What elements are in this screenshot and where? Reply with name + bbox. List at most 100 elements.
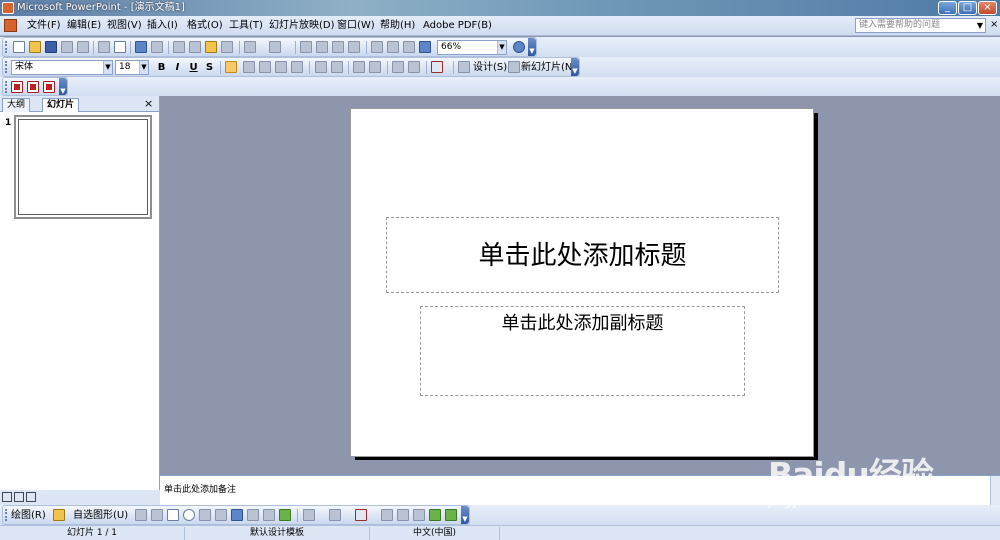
menu-edit[interactable]: 编辑(E) [67,19,101,32]
menu-view[interactable]: 视图(V) [107,19,142,32]
shadow-style-icon[interactable] [429,509,441,521]
toolbar-grip[interactable] [5,41,8,53]
textbox-icon[interactable] [199,509,211,521]
clipart-icon[interactable] [263,509,275,521]
design-button[interactable]: 设计(S) [473,61,507,74]
numbering-icon[interactable] [315,61,327,73]
chevron-down-icon[interactable]: ▼ [103,61,112,74]
diagram-icon[interactable] [247,509,259,521]
show-formatting-icon[interactable] [387,41,399,53]
draw-menu-button[interactable]: 绘图(R) [11,509,46,522]
tab-slides[interactable]: 幻灯片 [42,98,80,112]
toolbar-options-icon[interactable]: ▼ [461,506,469,524]
align-left-icon[interactable] [225,61,237,73]
tab-outline[interactable]: 大纲 [2,98,31,112]
format-painter-icon[interactable] [221,41,233,53]
new-document-icon[interactable] [13,41,25,53]
help-icon[interactable] [513,41,525,53]
maximize-button[interactable]: □ [958,1,977,15]
design-icon[interactable] [458,61,470,73]
new-slide-button[interactable]: 新幻灯片(N) [521,61,576,74]
menu-adobe-pdf[interactable]: Adobe PDF(B) [423,19,492,32]
bullets-icon[interactable] [331,61,343,73]
vertical-textbox-icon[interactable] [215,509,227,521]
menu-help[interactable]: 帮助(H) [380,19,415,32]
normal-view-icon[interactable] [2,492,12,502]
slide-sorter-view-icon[interactable] [14,492,24,502]
slide-canvas[interactable]: 单击此处添加标题 单击此处添加副标题 [350,108,814,457]
color-grayscale-icon[interactable] [419,41,431,53]
close-panel-button[interactable]: × [144,97,153,110]
document-icon[interactable] [4,19,17,32]
decrease-font-icon[interactable] [369,61,381,73]
menu-tools[interactable]: 工具(T) [229,19,263,32]
undo-icon[interactable] [244,41,256,53]
distributed-icon[interactable] [291,61,303,73]
increase-indent-icon[interactable] [408,61,420,73]
chevron-down-icon[interactable]: ▼ [977,19,983,32]
print-preview-icon[interactable] [114,41,126,53]
subtitle-placeholder[interactable]: 单击此处添加副标题 [420,306,745,396]
paste-icon[interactable] [205,41,217,53]
tables-borders-icon[interactable] [332,41,344,53]
permission-icon[interactable] [61,41,73,53]
arrow-style-icon[interactable] [413,509,425,521]
dash-style-icon[interactable] [397,509,409,521]
print-icon[interactable] [98,41,110,53]
shadow-button[interactable]: S [202,60,217,75]
help-search-input[interactable]: 键入需要帮助的问题 ▼ [855,18,986,33]
toolbar-options-icon[interactable]: ▼ [528,38,536,56]
increase-font-icon[interactable] [353,61,365,73]
convert-to-pdf-icon[interactable] [11,81,23,93]
italic-button[interactable]: I [170,60,185,75]
decrease-indent-icon[interactable] [392,61,404,73]
toolbar-grip[interactable] [5,509,8,521]
notes-scrollbar[interactable] [990,476,1000,506]
minimize-button[interactable]: _ [938,1,957,15]
close-document-button[interactable]: × [990,19,998,30]
toolbar-grip[interactable] [5,81,8,93]
insert-hyperlink-icon[interactable] [348,41,360,53]
line-color-icon[interactable] [329,509,341,521]
convert-and-email-icon[interactable] [27,81,39,93]
slideshow-view-icon[interactable] [26,492,36,502]
chevron-down-icon[interactable]: ▼ [139,61,148,74]
toolbar-options-icon[interactable]: ▼ [571,58,579,76]
line-style-icon[interactable] [381,509,393,521]
justify-icon[interactable] [275,61,287,73]
align-right-icon[interactable] [259,61,271,73]
font-color-icon[interactable] [431,61,443,73]
show-grid-icon[interactable] [403,41,415,53]
font-size-select[interactable]: 18 ▼ [115,60,149,75]
chevron-down-icon[interactable]: ▼ [497,41,506,54]
email-icon[interactable] [77,41,89,53]
arrow-icon[interactable] [151,509,163,521]
zoom-select[interactable]: 66% ▼ [437,40,507,55]
3d-style-icon[interactable] [445,509,457,521]
close-window-button[interactable]: × [978,1,997,15]
menu-format[interactable]: 格式(O) [187,19,223,32]
align-center-icon[interactable] [243,61,255,73]
menu-window[interactable]: 窗口(W) [337,19,375,32]
new-slide-icon[interactable] [508,61,520,73]
spelling-icon[interactable] [135,41,147,53]
status-template[interactable]: 默认设计模板 [185,527,370,540]
rectangle-icon[interactable] [167,509,179,521]
insert-chart-icon[interactable] [300,41,312,53]
font-color-icon[interactable] [355,509,367,521]
menu-insert[interactable]: 插入(I) [147,19,178,32]
oval-icon[interactable] [183,509,195,521]
line-icon[interactable] [135,509,147,521]
cut-icon[interactable] [173,41,185,53]
fill-color-icon[interactable] [303,509,315,521]
convert-and-review-icon[interactable] [43,81,55,93]
underline-button[interactable]: U [186,60,201,75]
expand-all-icon[interactable] [371,41,383,53]
save-icon[interactable] [45,41,57,53]
autoshapes-button[interactable]: 自选图形(U) [73,509,128,522]
font-select[interactable]: 宋体 ▼ [11,60,113,75]
open-icon[interactable] [29,41,41,53]
toolbar-options-icon[interactable]: ▼ [59,78,67,95]
insert-picture-icon[interactable] [279,509,291,521]
research-icon[interactable] [151,41,163,53]
